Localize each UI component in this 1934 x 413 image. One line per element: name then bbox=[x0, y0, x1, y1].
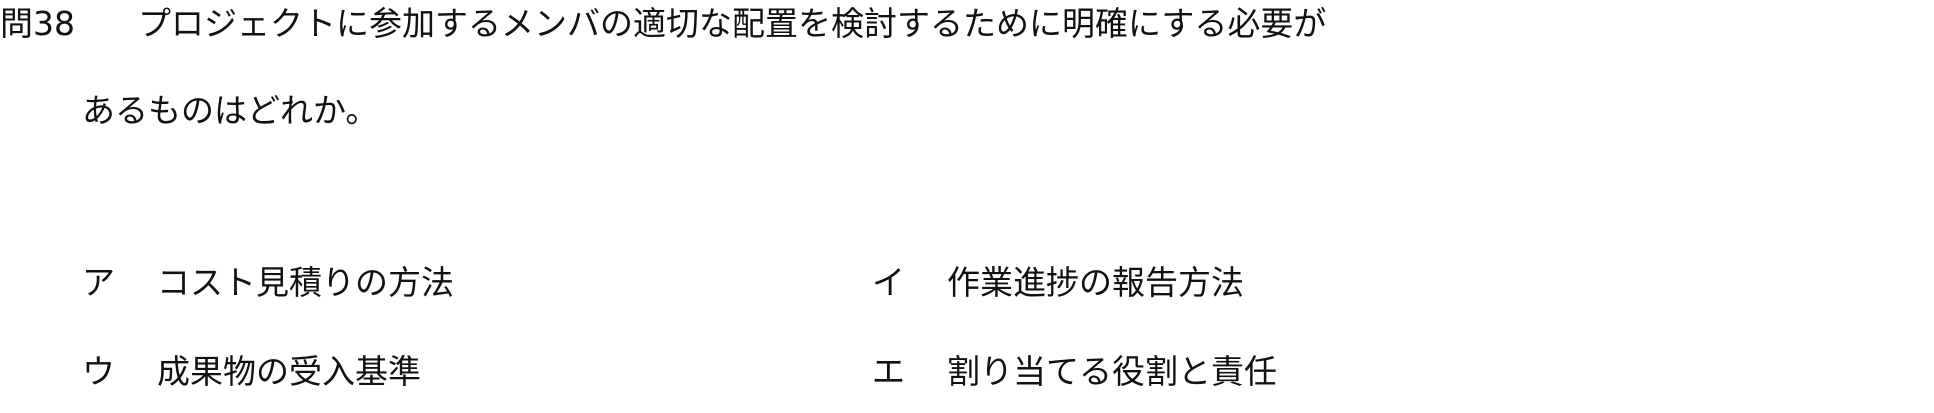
choice-c-mark: ウ bbox=[82, 352, 115, 391]
choice-a-mark: ア bbox=[82, 263, 115, 302]
question-number: 問38 bbox=[0, 4, 75, 43]
question-text-line2: あるものはどれか。 bbox=[82, 91, 379, 130]
choice-a-text: コスト見積りの方法 bbox=[157, 263, 454, 302]
choice-c: ウ 成果物の受入基準 bbox=[82, 350, 421, 394]
choice-b-mark: イ bbox=[872, 263, 905, 302]
question-first-line: 問38 プロジェクトに参加するメンバの適切な配置を検討するために明確にする必要が bbox=[0, 2, 1326, 46]
choice-b: イ 作業進捗の報告方法 bbox=[872, 261, 1244, 305]
choice-c-text: 成果物の受入基準 bbox=[157, 352, 421, 391]
choice-d-text: 割り当てる役割と責任 bbox=[947, 352, 1277, 391]
choice-d: エ 割り当てる役割と責任 bbox=[872, 350, 1277, 394]
question-text-line1: プロジェクトに参加するメンバの適切な配置を検討するために明確にする必要が bbox=[138, 4, 1327, 43]
choice-b-text: 作業進捗の報告方法 bbox=[947, 263, 1244, 302]
choice-d-mark: エ bbox=[872, 352, 905, 391]
choice-a: ア コスト見積りの方法 bbox=[82, 261, 454, 305]
